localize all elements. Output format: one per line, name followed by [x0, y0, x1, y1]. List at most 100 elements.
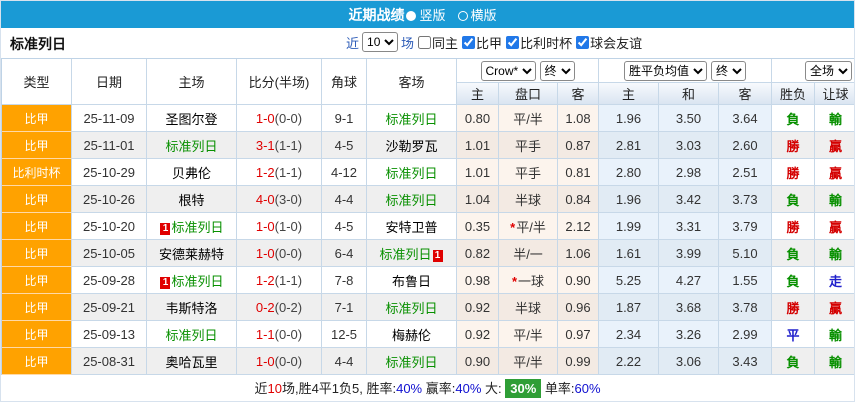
header-score: 比分(半场)	[237, 59, 322, 105]
table-row: 比甲 25-09-28 1标准列日 1-2(1-1) 7-8 布鲁日 0.98 …	[2, 267, 855, 294]
asia-home-odds-cell: 0.90	[457, 348, 499, 375]
euro-home-odds-cell: 1.96	[599, 105, 659, 132]
asia-handicap-cell: 平/半	[499, 348, 558, 375]
home-team-cell[interactable]: 安德莱赫特	[147, 240, 237, 267]
euro-final-select[interactable]: 终	[711, 61, 746, 81]
corner-cell: 4-4	[322, 348, 367, 375]
euro-away-odds-cell: 2.99	[719, 321, 772, 348]
summary-win-rate: 40%	[396, 381, 422, 396]
table-row: 比利时杯 25-10-29 贝弗伦 1-2(1-1) 4-12 标准列日 1.0…	[2, 159, 855, 186]
corner-cell: 12-5	[322, 321, 367, 348]
wdl-result-cell: 負	[772, 186, 815, 213]
asia-away-odds-cell: 0.99	[558, 348, 599, 375]
asia-away-odds-cell: 1.06	[558, 240, 599, 267]
layout-radio-vertical[interactable]: 竖版	[404, 5, 445, 24]
filter-bar: 标准列日 近 10 场 同主比甲比利时杯球会友谊	[1, 28, 854, 58]
handicap-result-cell: 輸	[815, 186, 855, 213]
near-label: 近	[346, 33, 359, 52]
widget-title: 近期战绩	[348, 5, 404, 25]
asia-home-odds-cell: 1.01	[457, 159, 499, 186]
euro-away-odds-cell: 5.10	[719, 240, 772, 267]
euro-home-odds-cell: 2.22	[599, 348, 659, 375]
layout-radio-horizontal[interactable]: 横版	[456, 5, 497, 24]
wdl-result-cell: 負	[772, 348, 815, 375]
handicap-result-cell: 輸	[815, 348, 855, 375]
date-cell: 25-11-09	[72, 105, 147, 132]
table-row: 比甲 25-09-21 韦斯特洛 0-2(0-2) 7-1 标准列日 0.92 …	[2, 294, 855, 321]
asia-handicap-cell: 平/半	[499, 105, 558, 132]
wdl-average-select[interactable]: 胜平负均值	[624, 61, 707, 81]
match-type-cell: 比甲	[2, 240, 72, 267]
away-team-cell[interactable]: 沙勒罗瓦	[367, 132, 457, 159]
home-team-cell[interactable]: 标准列日	[147, 321, 237, 348]
asia-home-odds-cell: 0.80	[457, 105, 499, 132]
table-row: 比甲 25-10-20 1标准列日 1-0(1-0) 4-5 安特卫普 0.35…	[2, 213, 855, 240]
away-team-cell[interactable]: 标准列日	[367, 348, 457, 375]
away-team-cell[interactable]: 标准列日	[367, 159, 457, 186]
away-team-cell[interactable]: 安特卫普	[367, 213, 457, 240]
fullmatch-select[interactable]: 全场	[805, 61, 852, 81]
summary-big-rate: 30%	[505, 379, 541, 398]
home-team-cell[interactable]: 标准列日	[147, 132, 237, 159]
away-team-cell[interactable]: 梅赫伦	[367, 321, 457, 348]
table-row: 比甲 25-08-31 奥哈瓦里 1-0(0-0) 4-4 标准列日 0.90 …	[2, 348, 855, 375]
away-team-cell[interactable]: 标准列日	[367, 186, 457, 213]
checkbox-input[interactable]	[506, 36, 519, 49]
header-euro-away: 客	[719, 83, 772, 105]
asia-away-odds-cell: 0.81	[558, 159, 599, 186]
match-type-cell: 比利时杯	[2, 159, 72, 186]
home-team-cell[interactable]: 圣图尔登	[147, 105, 237, 132]
checkbox-input[interactable]	[418, 36, 431, 49]
away-team-cell[interactable]: 布鲁日	[367, 267, 457, 294]
home-team-cell[interactable]: 根特	[147, 186, 237, 213]
wdl-result-cell: 負	[772, 267, 815, 294]
league-checkbox[interactable]: 球会友谊	[576, 33, 642, 52]
match-count-select[interactable]: 10	[362, 32, 398, 52]
radio-selected-icon[interactable]	[406, 11, 416, 21]
corner-cell: 6-4	[322, 240, 367, 267]
header-result-wdl: 胜负	[772, 83, 815, 105]
summary-asia-rate: 40%	[455, 381, 481, 396]
header-type: 类型	[2, 59, 72, 105]
handicap-result-cell: 贏	[815, 294, 855, 321]
euro-home-odds-cell: 2.80	[599, 159, 659, 186]
checkbox-input[interactable]	[576, 36, 589, 49]
away-team-cell[interactable]: 标准列日1	[367, 240, 457, 267]
home-team-cell[interactable]: 韦斯特洛	[147, 294, 237, 321]
checkbox-input[interactable]	[462, 36, 475, 49]
bookmaker-select[interactable]: Crow*	[481, 61, 536, 81]
radio-unselected-icon[interactable]	[458, 11, 468, 21]
filters: 近 10 场 同主比甲比利时杯球会友谊	[346, 32, 642, 52]
corner-cell: 4-12	[322, 159, 367, 186]
asia-home-odds-cell: 0.98	[457, 267, 499, 294]
league-checkbox[interactable]: 比甲	[462, 33, 502, 52]
wdl-result-cell: 平	[772, 321, 815, 348]
date-cell: 25-09-21	[72, 294, 147, 321]
league-checkbox[interactable]: 同主	[418, 33, 458, 52]
asia-final-select[interactable]: 终	[540, 61, 575, 81]
euro-draw-odds-cell: 3.42	[659, 186, 719, 213]
home-team-cell[interactable]: 1标准列日	[147, 213, 237, 240]
date-cell: 25-10-05	[72, 240, 147, 267]
home-team-cell[interactable]: 奥哈瓦里	[147, 348, 237, 375]
title-bar: 近期战绩 竖版 横版	[1, 1, 854, 28]
score-cell: 1-0(0-0)	[237, 240, 322, 267]
corner-cell: 4-5	[322, 213, 367, 240]
home-team-cell[interactable]: 贝弗伦	[147, 159, 237, 186]
header-home: 主场	[147, 59, 237, 105]
match-type-cell: 比甲	[2, 348, 72, 375]
euro-draw-odds-cell: 4.27	[659, 267, 719, 294]
league-checkbox[interactable]: 比利时杯	[506, 33, 572, 52]
recent-results-widget: 近期战绩 竖版 横版 标准列日 近 10 场 同主比甲比利时杯球会友谊 类型 日…	[0, 0, 855, 402]
away-team-cell[interactable]: 标准列日	[367, 105, 457, 132]
results-table: 类型 日期 主场 比分(半场) 角球 客场 Crow* 终 胜平负均值 终	[1, 58, 855, 375]
table-row: 比甲 25-09-13 标准列日 1-1(0-0) 12-5 梅赫伦 0.92 …	[2, 321, 855, 348]
away-team-cell[interactable]: 标准列日	[367, 294, 457, 321]
euro-home-odds-cell: 1.99	[599, 213, 659, 240]
home-team-cell[interactable]: 1标准列日	[147, 267, 237, 294]
corner-cell: 9-1	[322, 105, 367, 132]
wdl-result-cell: 負	[772, 240, 815, 267]
summary-bar: 近10场,胜4平1负5, 胜率:40% 赢率:40% 大: 30% 单率:60%	[1, 375, 854, 402]
asia-handicap-cell: 半/一	[499, 240, 558, 267]
summary-asia-label: 赢率:	[422, 381, 455, 396]
